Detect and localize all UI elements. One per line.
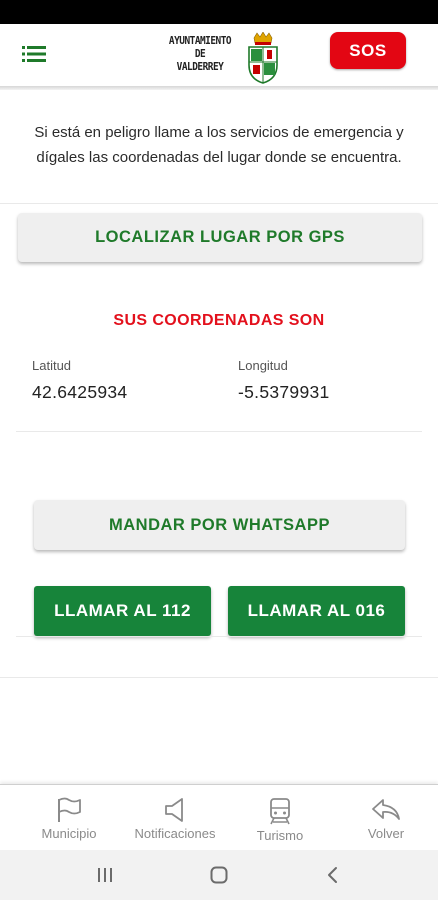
divider bbox=[16, 431, 422, 432]
train-icon bbox=[270, 798, 290, 825]
recents-button[interactable] bbox=[80, 850, 130, 900]
megaphone-icon bbox=[165, 798, 183, 822]
emergency-instructions: Si está en peligro llame a los servicios… bbox=[34, 124, 404, 166]
logo-line-2: DE bbox=[194, 47, 206, 60]
nav-item-volver[interactable]: Volver bbox=[350, 785, 422, 851]
logo-line-3: VALDERREY bbox=[176, 60, 224, 73]
header-shadow bbox=[0, 86, 438, 90]
divider bbox=[0, 203, 438, 204]
nav-label-notificaciones: Notificaciones bbox=[134, 826, 216, 841]
home-button[interactable] bbox=[194, 850, 244, 900]
latitude-label: Latitud bbox=[32, 358, 72, 373]
municipality-logo: AYUNTAMIENTO DE VALDERREY bbox=[160, 32, 285, 84]
reply-icon bbox=[372, 799, 400, 820]
flag-icon bbox=[58, 797, 81, 822]
divider bbox=[16, 636, 422, 637]
logo-line-1: AYUNTAMIENTO bbox=[168, 34, 232, 47]
divider bbox=[0, 677, 438, 678]
call-112-button[interactable]: LLAMAR AL 112 bbox=[34, 586, 211, 636]
status-bar bbox=[0, 0, 438, 24]
menu-icon[interactable] bbox=[20, 43, 48, 65]
coordinates-title: SUS COORDENADAS SON bbox=[113, 312, 325, 329]
app-header: AYUNTAMIENTO DE VALDERREY SOS bbox=[0, 24, 438, 86]
call-016-button[interactable]: LLAMAR AL 016 bbox=[228, 586, 405, 636]
nav-label-municipio: Municipio bbox=[41, 826, 97, 841]
bottom-navigation: Municipio Notificaciones Turismo Volver bbox=[0, 784, 438, 850]
logo-text: AYUNTAMIENTO DE VALDERREY bbox=[166, 34, 235, 73]
send-whatsapp-button[interactable]: MANDAR POR WHATSAPP bbox=[34, 500, 405, 550]
nav-label-turismo: Turismo bbox=[256, 828, 304, 843]
sos-button[interactable]: SOS bbox=[330, 32, 406, 69]
latitude-value: 42.6425934 bbox=[32, 382, 128, 402]
nav-item-notificaciones[interactable]: Notificaciones bbox=[124, 785, 226, 851]
system-navigation-bar bbox=[0, 850, 438, 900]
recents-icon bbox=[98, 868, 112, 882]
coat-of-arms-icon bbox=[248, 32, 278, 84]
back-icon bbox=[328, 867, 337, 883]
back-button[interactable] bbox=[308, 850, 358, 900]
longitude-value: -5.5379931 bbox=[238, 382, 330, 402]
nav-label-volver: Volver bbox=[367, 826, 405, 841]
home-icon bbox=[210, 866, 228, 884]
longitude-label: Longitud bbox=[238, 358, 288, 373]
locate-gps-button[interactable]: LOCALIZAR LUGAR POR GPS bbox=[18, 213, 422, 262]
nav-item-municipio[interactable]: Municipio bbox=[30, 785, 108, 851]
nav-item-turismo[interactable]: Turismo bbox=[244, 785, 316, 851]
